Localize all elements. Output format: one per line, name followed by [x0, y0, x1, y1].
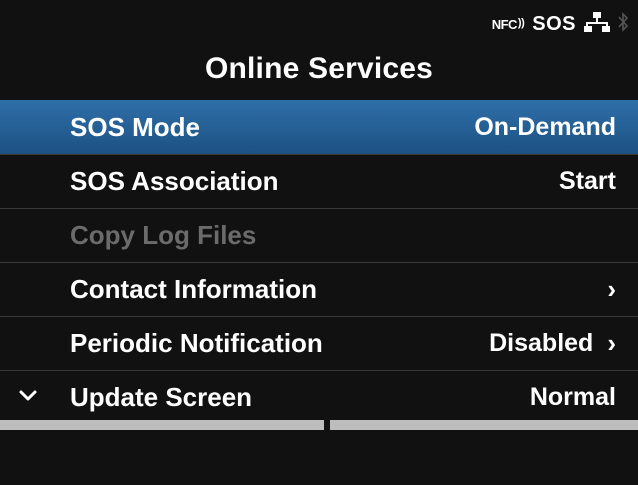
menu-item-sos-mode[interactable]: SOS Mode On-Demand [0, 100, 638, 154]
status-bar: NFC)) SOS [0, 0, 638, 48]
sos-status-label: SOS [532, 13, 576, 35]
menu-item-periodic-notification[interactable]: Periodic Notification Disabled › [0, 316, 638, 370]
update-screen-value: Normal [529, 383, 616, 411]
settings-menu: SOS Mode On-Demand SOS Association Start… [0, 100, 638, 424]
menu-item-value: Normal [530, 383, 616, 412]
status-icons: NFC)) SOS [492, 12, 629, 37]
menu-item-label: Update Screen [70, 382, 253, 412]
softkey-strip [0, 420, 324, 430]
nfc-icon: NFC)) [492, 17, 525, 32]
menu-item-contact-information[interactable]: Contact Information › [0, 262, 638, 316]
menu-item-value: › [607, 274, 616, 305]
menu-item-label: SOS Mode [70, 111, 201, 142]
sos-mode-value: On-Demand [474, 112, 616, 141]
page-title: Online Services [204, 52, 434, 85]
menu-item-value: On-Demand [474, 113, 616, 142]
menu-item-value: Disabled › [489, 328, 616, 359]
menu-item-value: Start [559, 167, 616, 196]
periodic-notification-value: Disabled [489, 329, 594, 357]
menu-item-label: SOS Association [70, 166, 279, 196]
menu-item-label: Periodic Notification [70, 328, 323, 358]
sos-association-value: Start [559, 167, 616, 195]
printer-screen: NFC)) SOS Online Services SOS Mode On-De… [0, 0, 638, 485]
left-softkey[interactable] [0, 420, 324, 485]
chevron-down-icon [18, 386, 38, 406]
chevron-right-icon: › [607, 274, 616, 304]
right-softkey[interactable] [330, 420, 638, 485]
menu-item-update-screen[interactable]: Update Screen Normal [0, 370, 638, 424]
menu-item-label: Copy Log Files [70, 220, 257, 250]
chevron-right-icon: › [607, 328, 616, 358]
bluetooth-icon [618, 12, 629, 37]
menu-item-label: Contact Information [70, 274, 317, 304]
menu-item-sos-association[interactable]: SOS Association Start [0, 154, 638, 208]
softkey-bar [0, 420, 638, 485]
nfc-label: NFC [491, 17, 518, 32]
nfc-waves: )) [517, 17, 525, 29]
network-icon [584, 12, 610, 37]
menu-item-copy-log-files: Copy Log Files [0, 208, 638, 262]
softkey-strip [330, 420, 638, 430]
